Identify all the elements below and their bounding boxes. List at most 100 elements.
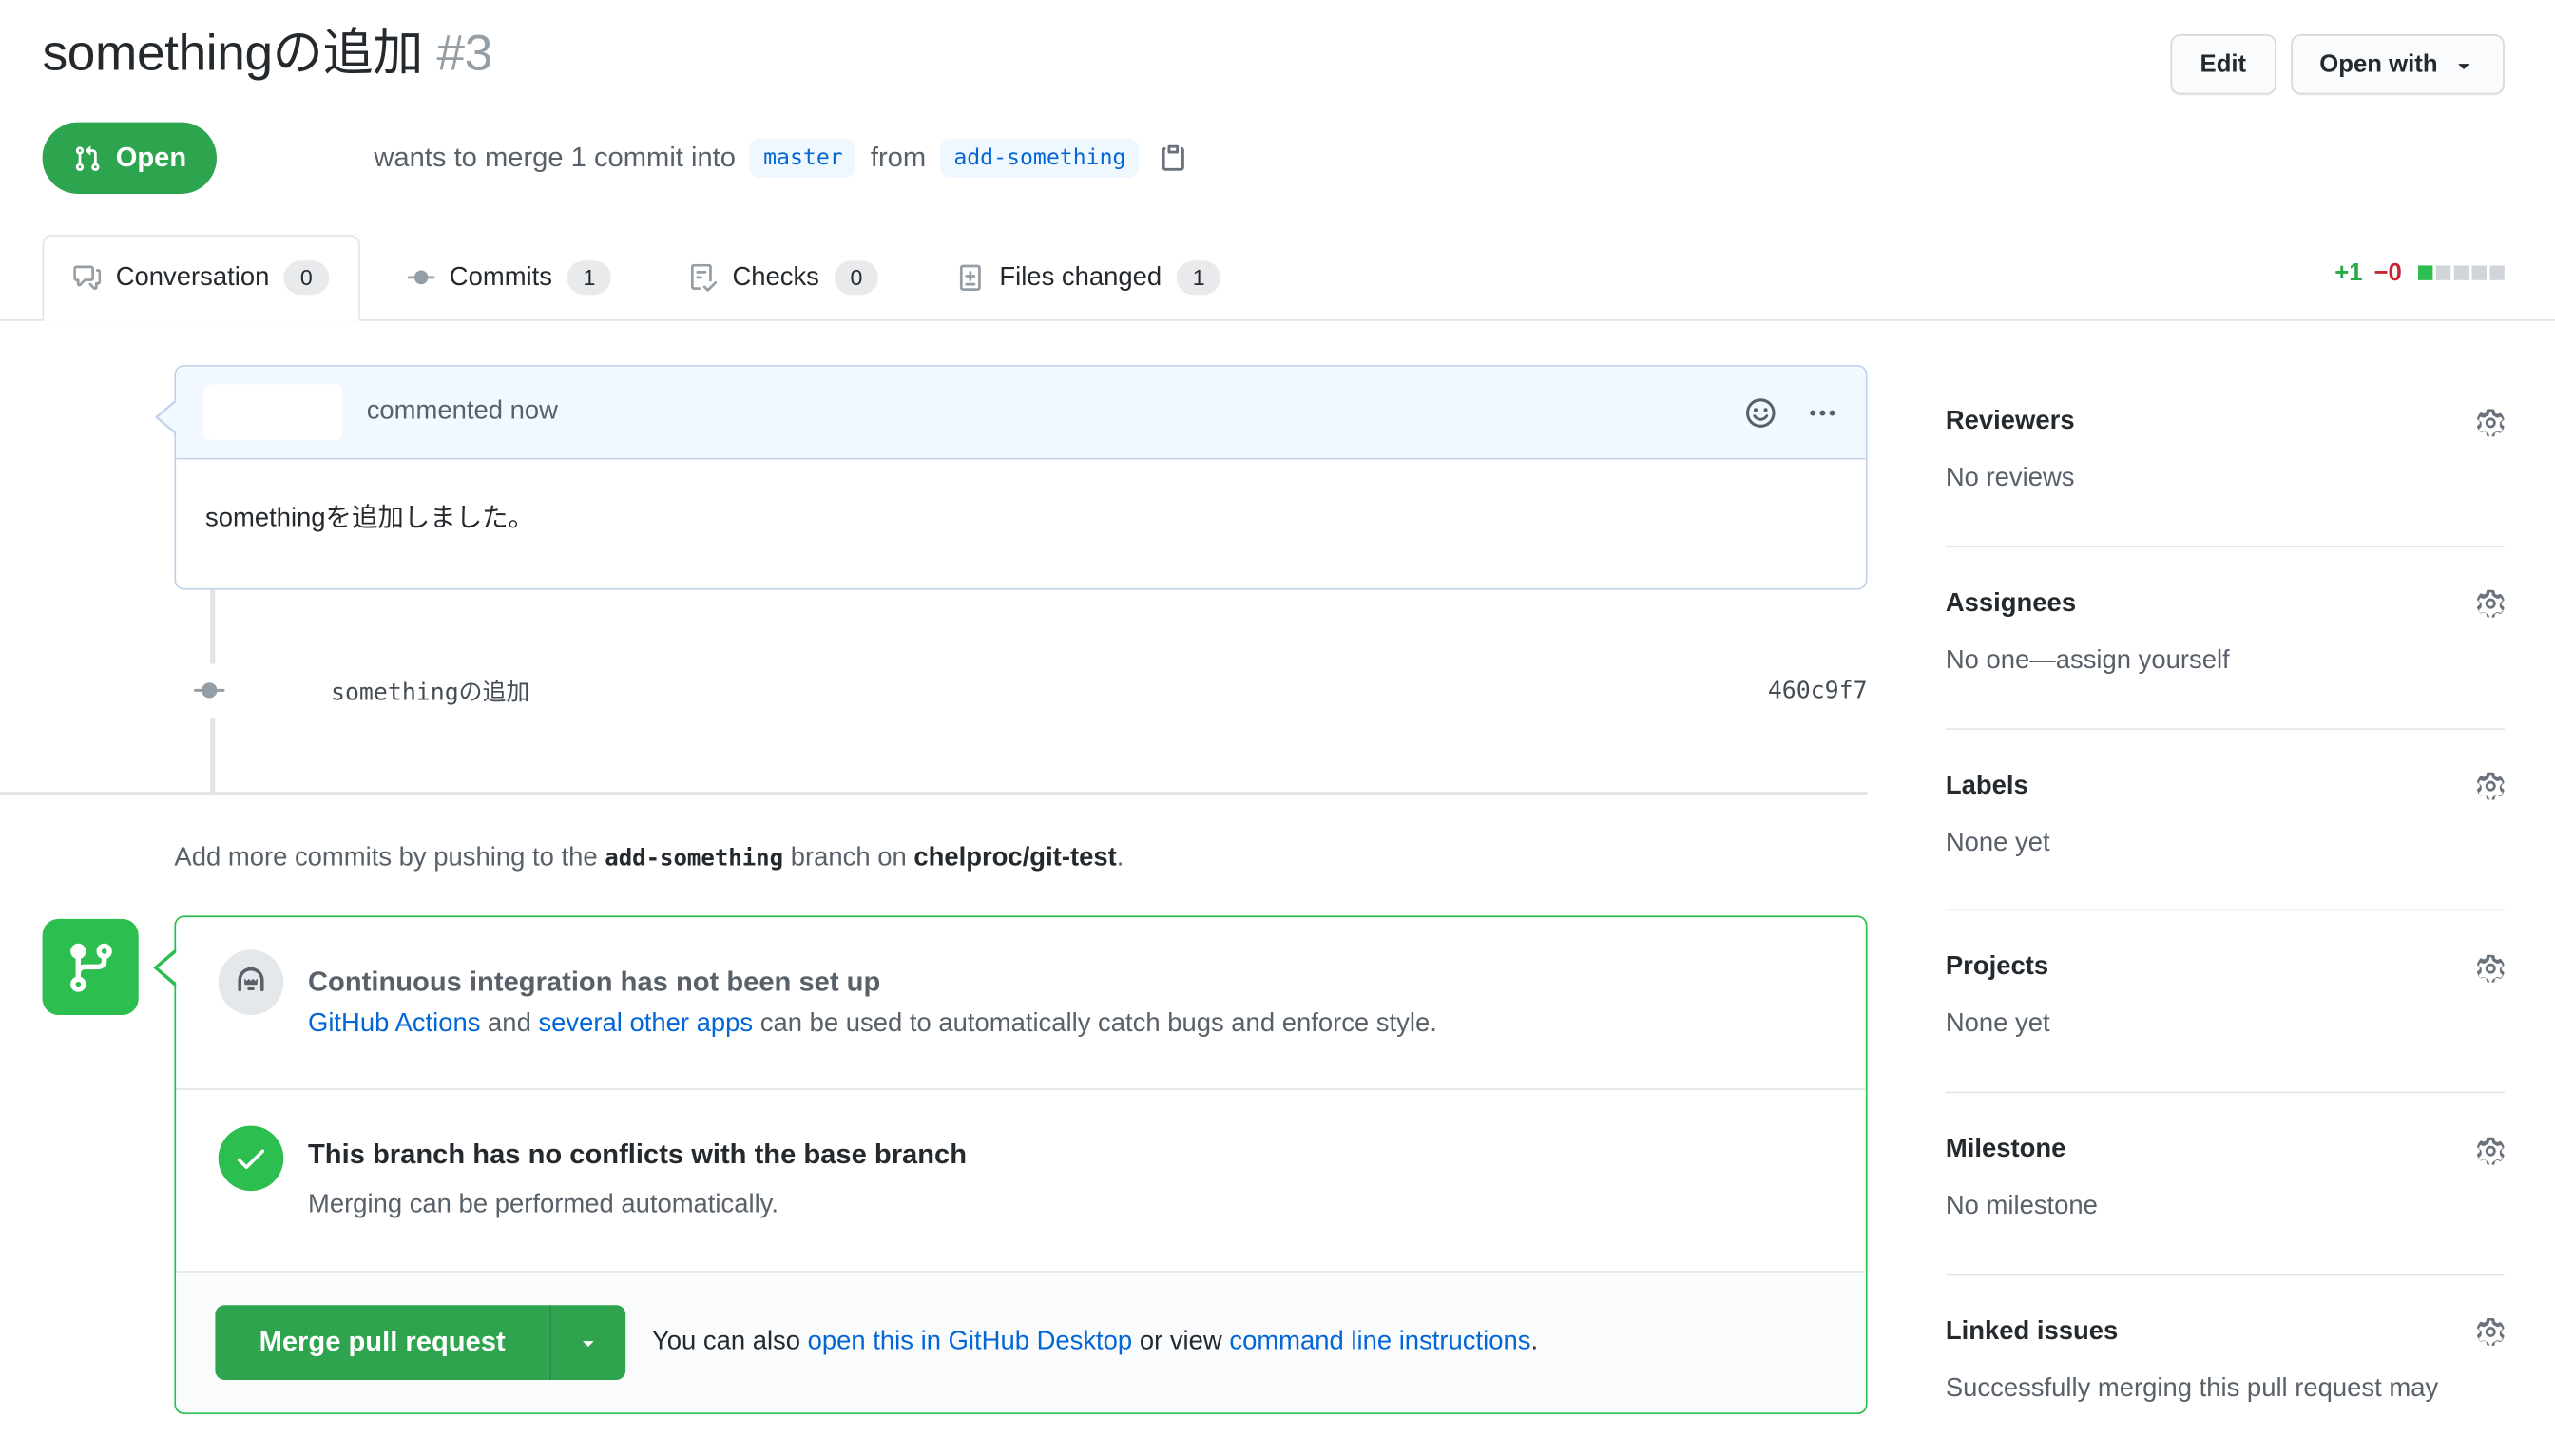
head-branch-label[interactable]: add-something (941, 139, 1140, 178)
merge-actions-section: Merge pull request You can also open thi… (176, 1271, 1866, 1412)
tab-conversation[interactable]: Conversation 0 (43, 235, 360, 321)
github-actions-link[interactable]: GitHub Actions (308, 1010, 480, 1038)
assignees-heading: Assignees (1946, 589, 2076, 619)
edit-button[interactable]: Edit (2171, 34, 2276, 94)
sidebar-section-assignees: Assignees No one—assign yourself (1946, 547, 2505, 730)
merge-alternatives-text: You can also open this in GitHub Desktop… (652, 1328, 1538, 1357)
chevron-down-icon (2452, 53, 2475, 76)
also-mid: or view (1140, 1328, 1222, 1355)
pr-meta-row: Open wants to merge 1 commit into master… (43, 123, 2505, 194)
diffstat-block-gray (2489, 265, 2504, 279)
ci-and-word: and (488, 1010, 531, 1038)
git-branch-icon (63, 939, 118, 994)
tab-commits-count: 1 (567, 260, 611, 295)
edit-button-label: Edit (2200, 50, 2247, 78)
reviewers-heading: Reviewers (1946, 408, 2075, 437)
check-badge (219, 1126, 284, 1192)
labels-body: None yet (1946, 827, 2505, 861)
checklist-icon (690, 264, 718, 292)
hubot-avatar (219, 949, 284, 1015)
ci-status-section: Continuous integration has not been set … (176, 917, 1866, 1088)
ci-rest-text: can be used to automatically catch bugs … (760, 1010, 1437, 1038)
diffstat-additions: +1 (2334, 259, 2362, 286)
page-title: somethingの追加 #3 (43, 23, 492, 86)
ci-status-title: Continuous integration has not been set … (308, 967, 1437, 999)
projects-heading: Projects (1946, 954, 2048, 984)
other-apps-link[interactable]: several other apps (538, 1010, 753, 1038)
pr-tabs-bar: Conversation 0 Commits 1 Checks 0 Files … (0, 235, 2555, 321)
sidebar-section-milestone: Milestone No milestone (1946, 1094, 2505, 1276)
tab-conversation-label: Conversation (116, 263, 270, 293)
comment-author-redacted (203, 385, 342, 440)
clipboard-icon (1159, 144, 1188, 173)
hubot-icon (233, 965, 269, 1001)
commit-timeline: somethingの追加 460c9f7 (0, 590, 1868, 793)
issue-comment: commented now somethingを追加しました。 (174, 365, 1867, 590)
github-desktop-link[interactable]: open this in GitHub Desktop (808, 1328, 1133, 1355)
merge-options-dropdown[interactable] (549, 1305, 626, 1380)
milestone-body: No milestone (1946, 1191, 2505, 1225)
gear-icon[interactable] (2477, 590, 2505, 618)
tab-commits[interactable]: Commits 1 (376, 235, 644, 321)
push-hint-mid: branch on (791, 844, 907, 872)
commit-message[interactable]: somethingの追加 (331, 674, 529, 708)
file-diff-icon (957, 264, 985, 292)
pr-sidebar: Reviewers No reviews Assignees No one—as… (1946, 365, 2505, 1456)
merge-meta-text: wants to merge 1 commit into master from… (374, 139, 1187, 178)
linked-issues-heading: Linked issues (1946, 1318, 2118, 1348)
gear-icon[interactable] (2477, 1137, 2505, 1164)
gear-icon[interactable] (2477, 954, 2505, 982)
merge-pull-request-button[interactable]: Merge pull request (215, 1305, 549, 1380)
command-line-link[interactable]: command line instructions (1229, 1328, 1530, 1355)
copy-branch-button[interactable] (1159, 144, 1188, 173)
open-with-label: Open with (2319, 50, 2437, 78)
comment-body: somethingを追加しました。 (176, 459, 1866, 587)
mergeability-subtitle: Merging can be performed automatically. (308, 1191, 967, 1220)
sidebar-section-linked-issues: Linked issues Successfully merging this … (1946, 1275, 2505, 1456)
discussion-timeline: commented now somethingを追加しました。 somethin… (0, 365, 1868, 1456)
push-hint-post: . (1117, 844, 1124, 872)
tab-files-changed[interactable]: Files changed 1 (926, 235, 1252, 321)
comment-meta-text: commented now (367, 397, 558, 427)
also-pre: You can also (652, 1328, 800, 1355)
git-pull-request-icon (73, 144, 101, 172)
smiley-reaction-icon[interactable] (1745, 396, 1777, 428)
ci-status-subtitle: GitHub Actions and several other apps ca… (308, 1010, 1437, 1040)
sidebar-section-labels: Labels None yet (1946, 729, 2505, 911)
merge-status-box: Continuous integration has not been set … (174, 915, 1867, 1414)
tab-files-changed-count: 1 (1177, 260, 1221, 295)
git-commit-icon (407, 264, 434, 292)
pr-header: somethingの追加 #3 Edit Open with Open want… (0, 0, 2555, 194)
reviewers-body: No reviews (1946, 463, 2505, 497)
assignees-body: No one—assign yourself (1946, 645, 2505, 680)
gear-icon[interactable] (2477, 1319, 2505, 1347)
kebab-menu-icon[interactable] (1807, 396, 1838, 428)
gear-icon[interactable] (2477, 773, 2505, 800)
push-hint-pre: Add more commits by pushing to the (174, 844, 597, 872)
mergeability-section: This branch has no conflicts with the ba… (176, 1088, 1866, 1262)
gear-icon[interactable] (2477, 408, 2505, 435)
timeline-divider (0, 792, 1868, 795)
tab-checks[interactable]: Checks 0 (659, 235, 910, 321)
open-with-button[interactable]: Open with (2290, 34, 2504, 94)
tab-checks-count: 0 (834, 260, 878, 295)
status-badge-label: Open (116, 142, 186, 174)
diffstat-deletions: −0 (2374, 259, 2402, 286)
merge-meta-from: from (871, 142, 926, 174)
pr-page: somethingの追加 #3 Edit Open with Open want… (0, 0, 2555, 1451)
diffstat-block-green (2418, 265, 2432, 279)
status-badge-open: Open (43, 123, 218, 194)
tab-checks-label: Checks (732, 263, 818, 293)
diffstat-block-gray (2454, 265, 2469, 279)
commit-sha[interactable]: 460c9f7 (1768, 678, 1868, 703)
mergeability-title: This branch has no conflicts with the ba… (308, 1139, 967, 1171)
merge-status-area: Continuous integration has not been set … (0, 915, 1868, 1414)
commit-row[interactable]: somethingの追加 460c9f7 (0, 674, 1868, 708)
git-commit-icon (194, 664, 225, 718)
diffstat-block-gray (2436, 265, 2450, 279)
base-branch-label[interactable]: master (750, 139, 855, 178)
check-icon (233, 1140, 269, 1177)
chevron-down-icon (577, 1331, 600, 1354)
merge-pull-request-button-group: Merge pull request (215, 1305, 625, 1380)
tab-commits-label: Commits (450, 263, 552, 293)
